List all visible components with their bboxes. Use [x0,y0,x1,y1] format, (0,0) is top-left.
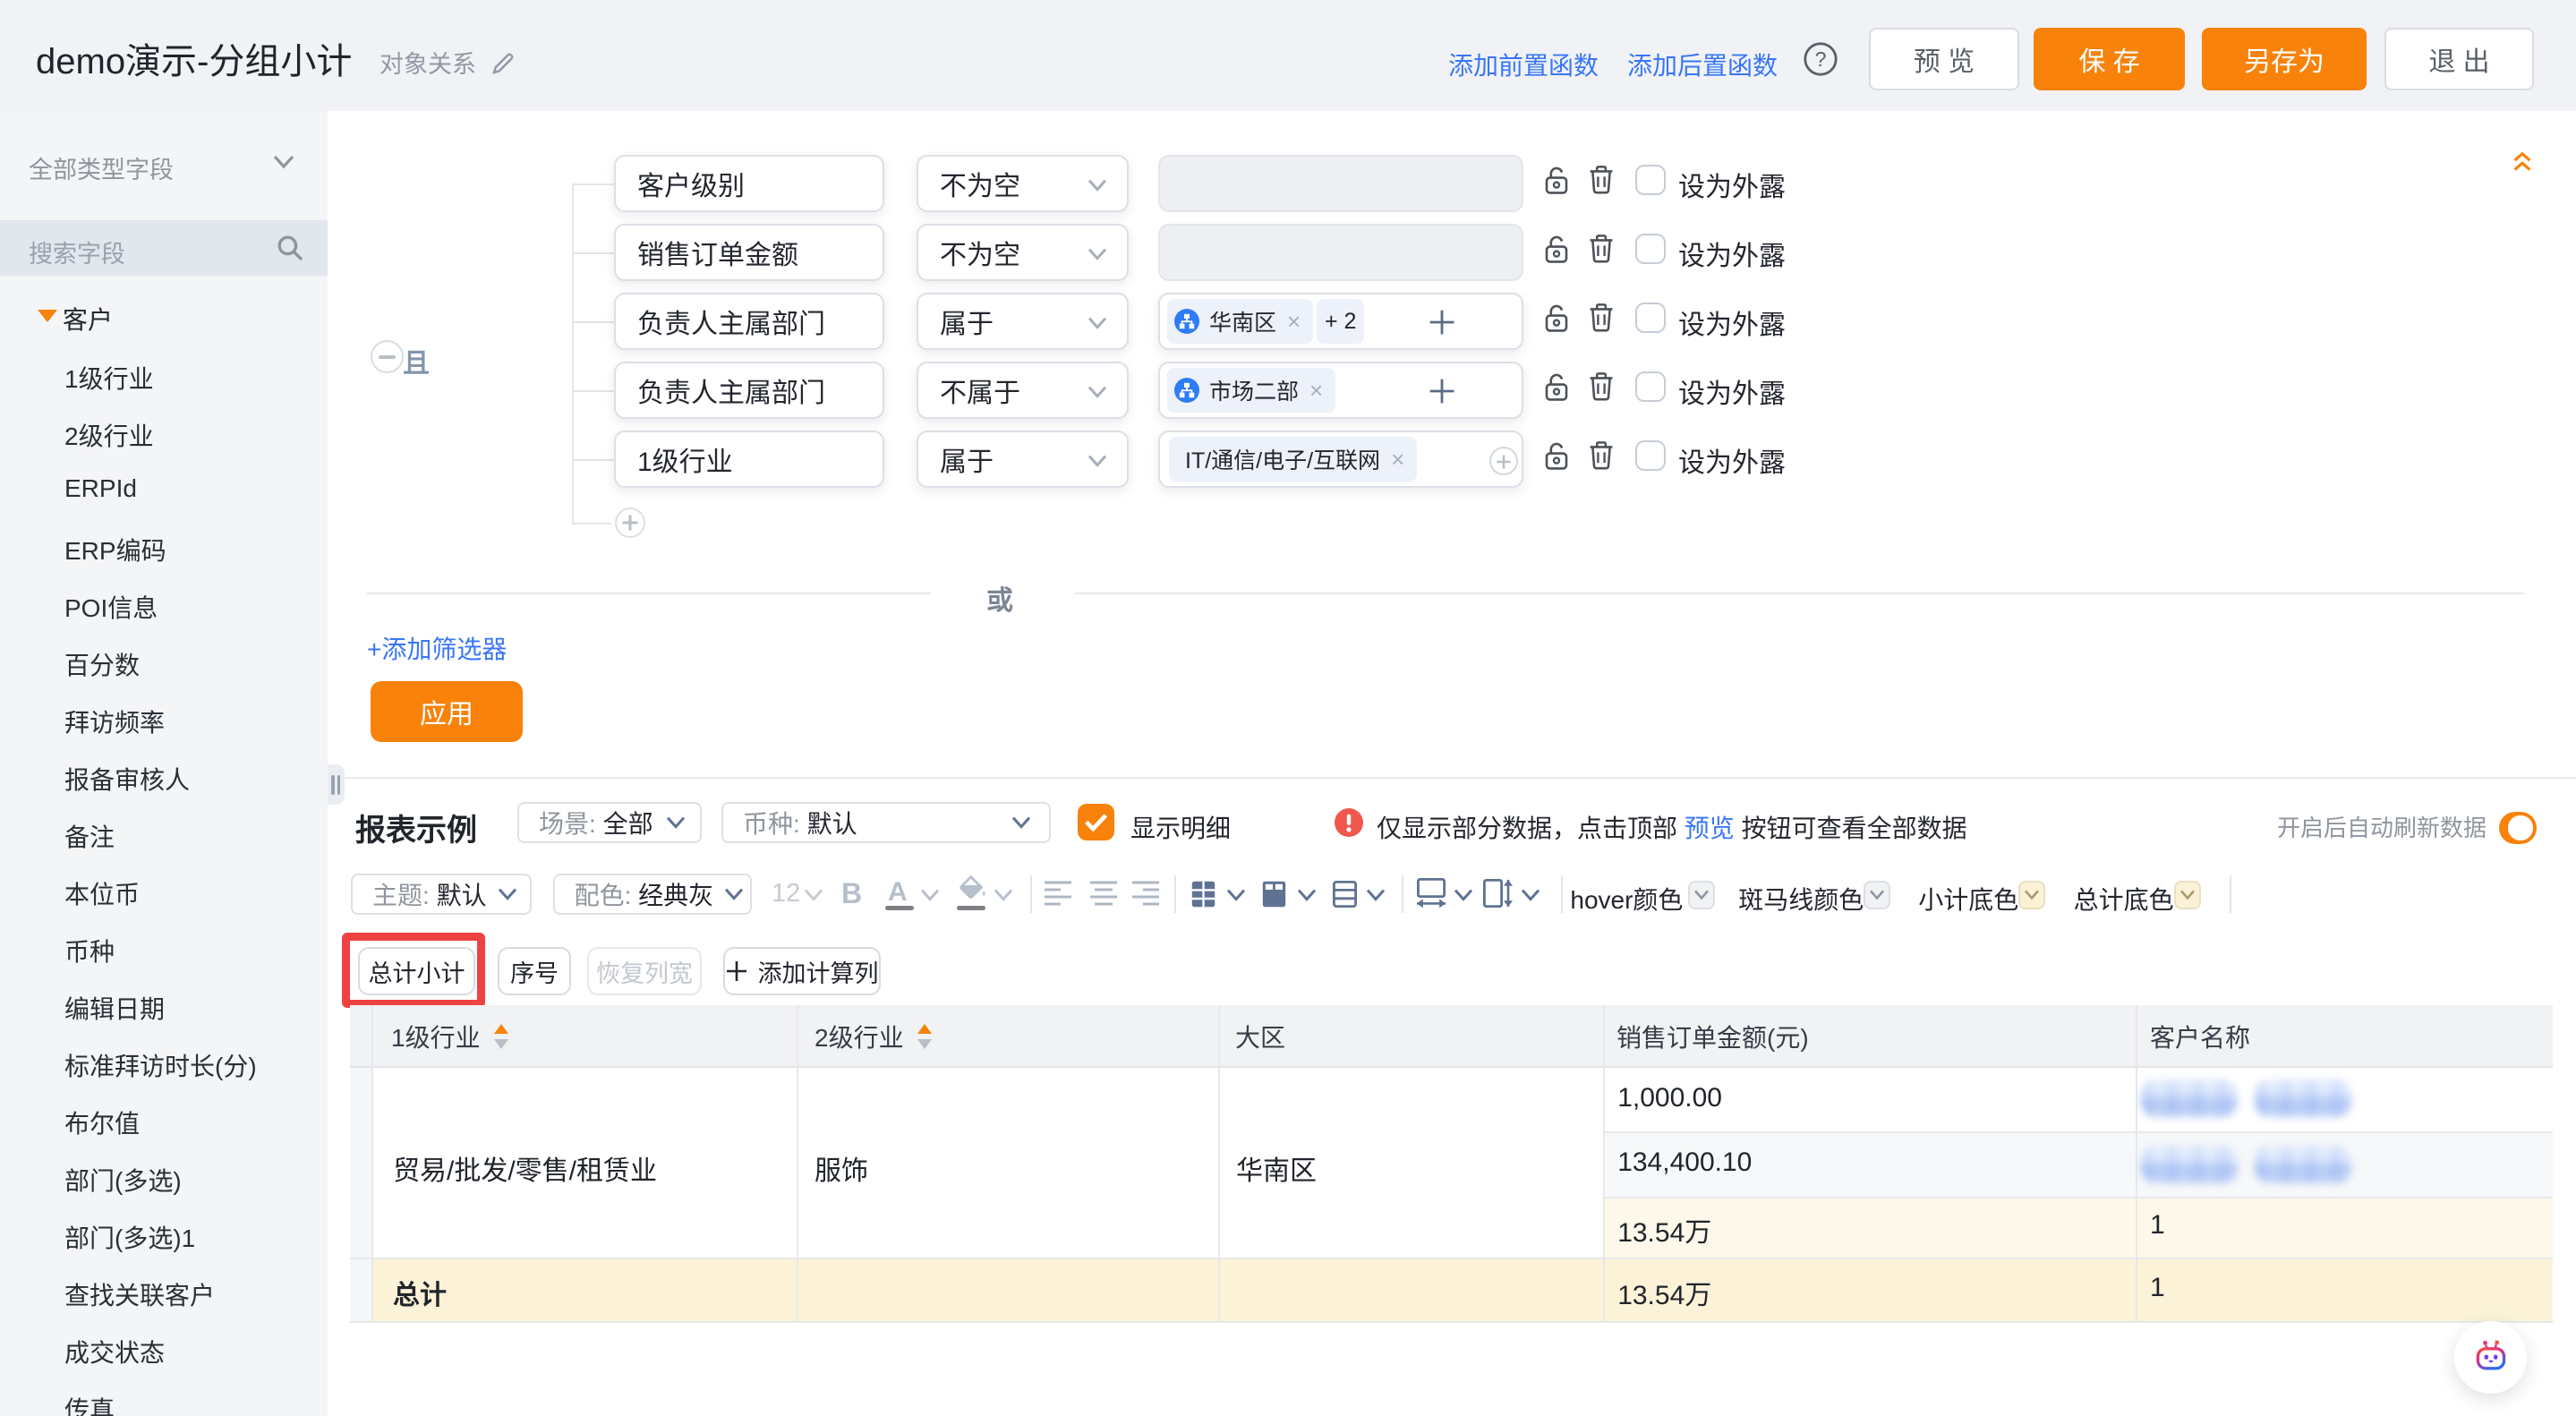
svg-text:?: ? [1815,47,1827,71]
